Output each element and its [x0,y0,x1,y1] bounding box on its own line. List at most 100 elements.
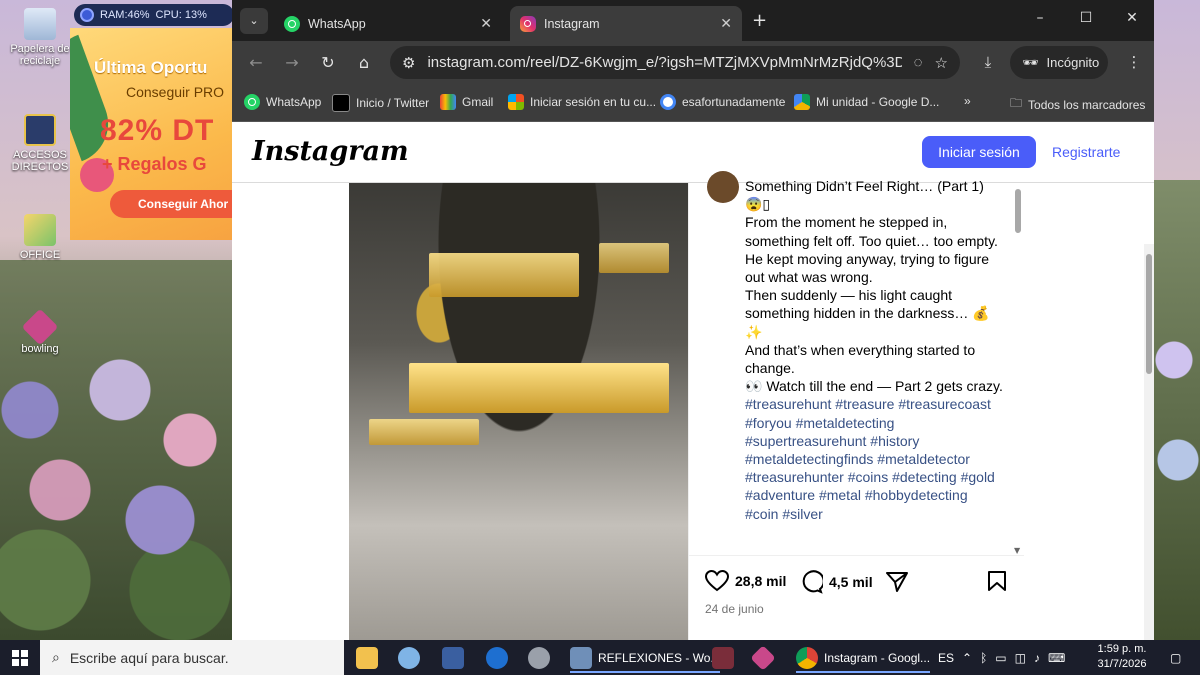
promo-discount: 82% DT [100,114,215,147]
reel-content: Something Didn’t Feel Right… (Part 1) 😨▯… [232,171,1154,640]
new-tab-icon[interactable]: + [752,10,767,31]
desktop-icon-office[interactable]: OFFICE [8,214,72,261]
post-caption: Something Didn’t Feel Right… (Part 1) 😨▯… [745,177,1003,553]
taskbar-winrar[interactable] [712,644,734,671]
post-date: 24 de junio [705,602,764,616]
bookmark-whatsapp[interactable]: WhatsApp [244,94,321,110]
archive-icon [712,646,734,669]
eye-off-icon[interactable]: ◌ [914,54,923,71]
caption-hashtags[interactable]: #treasurehunt #treasure #treasurecoast #… [745,395,1003,522]
share-icon [886,572,908,592]
menu-icon[interactable]: ⋮ [1124,53,1144,71]
chevron-up-icon[interactable]: ⌃ [962,651,972,665]
whatsapp-icon [284,15,300,32]
taskbar-search[interactable]: ⌕ Escribe aquí para buscar. [40,640,344,675]
cpu-usage: CPU: 13% [155,9,207,21]
taskbar-ccleaner[interactable] [486,644,508,671]
gold-bars [429,253,579,297]
language-indicator[interactable]: ES [938,640,954,675]
caption-line: Something Didn’t Feel Right… (Part 1) [745,178,984,194]
tab-instagram[interactable]: Instagram ✕ [510,6,742,41]
back-icon[interactable]: ← [246,53,266,72]
scroll-down-icon[interactable]: ▼ [1014,546,1020,555]
bookmark-gmail[interactable]: Gmail [440,94,493,110]
battery-icon[interactable]: ▭ [995,651,1006,665]
promo-button[interactable]: Conseguir Ahor [110,190,232,218]
taskbar-reflexiones[interactable]: REFLEXIONES - Wo... [570,644,721,673]
avatar[interactable] [707,171,739,203]
like-button[interactable]: 28,8 mil [705,570,786,592]
bluetooth-icon[interactable]: ᛒ [980,651,987,665]
x-twitter-icon [332,94,350,112]
caption-scrollbar[interactable]: ▼ [1013,183,1023,555]
scroll-thumb[interactable] [1146,254,1152,374]
keyboard-icon[interactable]: ⌨ [1048,651,1065,665]
bookmark-google-drive[interactable]: Mi unidad - Google D... [794,94,939,110]
volume-icon[interactable]: ♪ [1034,651,1040,665]
scroll-thumb[interactable] [1015,189,1021,233]
all-bookmarks-label: Todos los marcadores [1028,97,1146,112]
share-button[interactable] [885,570,909,594]
desktop-icon-recycle-bin[interactable]: Papelera de reciclaje [8,8,72,67]
taskbar-app[interactable] [528,644,550,671]
whatsapp-icon [244,94,260,110]
taskbar-paint[interactable] [398,644,420,671]
caption-line: And that’s when everything started to ch… [745,341,976,377]
address-bar[interactable]: ⚙ instagram.com/reel/DZ-6Kwgjm_e/?igsh=M… [390,46,960,79]
tab-search-button[interactable]: ⌄ [240,8,268,34]
promo-banner[interactable]: Última Oportu Conseguir PRO 82% DT + Reg… [70,28,232,240]
bookmark-icon [988,571,1006,591]
taskbar-clock[interactable]: 1:59 p. m. 31/7/2026 [1092,642,1152,672]
download-icon[interactable]: ⤓ [978,53,998,71]
login-button[interactable]: Iniciar sesión [922,136,1036,168]
system-monitor-widget: RAM:46% CPU: 13% [74,4,234,26]
save-button[interactable] [987,570,1007,592]
gold-bars [369,419,479,445]
page-scrollbar[interactable] [1144,244,1154,640]
desktop-icon-shortcuts[interactable]: ACCESOS DIRECTOS [8,114,72,173]
home-icon[interactable]: ⌂ [354,53,374,72]
reel-video[interactable] [349,183,688,640]
star-icon[interactable]: ☆ [935,54,948,72]
incognito-icon: 🕶 [1022,54,1039,70]
desktop-icon-bowling[interactable]: bowling [8,308,72,355]
notifications-icon[interactable]: ▢ [1170,640,1181,675]
network-icon[interactable]: ◫ [1015,651,1026,665]
microsoft-icon [508,94,524,110]
maximize-icon[interactable]: ☐ [1076,10,1096,26]
site-info-icon[interactable]: ⚙ [402,54,415,72]
tab-whatsapp[interactable]: WhatsApp ✕ [274,6,502,41]
address-url[interactable]: instagram.com/reel/DZ-6Kwgjm_e/?igsh=MTZ… [427,54,901,71]
taskbar-chrome[interactable]: Instagram - Googl... [796,644,931,673]
taskbar-bowling[interactable] [750,644,776,671]
browser-window: ⌄ WhatsApp ✕ Instagram ✕ + – ☐ ✕ ← → ↻ ⌂… [232,0,1154,640]
like-count: 28,8 mil [735,573,787,589]
gold-bars [409,363,669,413]
close-icon[interactable]: ✕ [720,15,732,32]
reload-icon[interactable]: ↻ [318,53,338,72]
windows-start-icon[interactable] [12,650,28,666]
bookmarks-overflow-icon[interactable]: » [964,94,971,108]
bookmark-label: Inicio / Twitter [356,96,430,110]
all-bookmarks[interactable]: 🗀 Todos los marcadores [1010,94,1145,115]
document-icon [570,646,592,669]
incognito-button[interactable]: 🕶 Incógnito [1010,46,1108,79]
taskbar-mp3[interactable] [442,644,464,671]
bookmark-microsoft[interactable]: Iniciar sesión en tu cu... [508,94,656,110]
window-close-icon[interactable]: ✕ [1122,10,1142,26]
bookmark-label: Iniciar sesión en tu cu... [530,95,657,109]
forward-icon[interactable]: → [282,53,302,72]
google-drive-icon [794,94,810,110]
mp3-icon [442,646,464,669]
close-icon[interactable]: ✕ [480,15,492,32]
taskbar-file-explorer[interactable] [356,644,378,671]
post-actions: 28,8 mil 4,5 mil 24 de junio [689,555,1024,640]
bookmark-google-search[interactable]: esafortunadamente [660,94,785,110]
chrome-icon [796,646,818,669]
instagram-logo[interactable]: Instagram [252,136,409,167]
signup-link[interactable]: Registrarte [1052,144,1120,160]
tab-title: Instagram [544,16,600,31]
bookmark-twitter[interactable]: Inicio / Twitter [332,94,429,112]
comment-button[interactable]: 4,5 mil [799,570,873,594]
minimize-icon[interactable]: – [1030,10,1050,26]
